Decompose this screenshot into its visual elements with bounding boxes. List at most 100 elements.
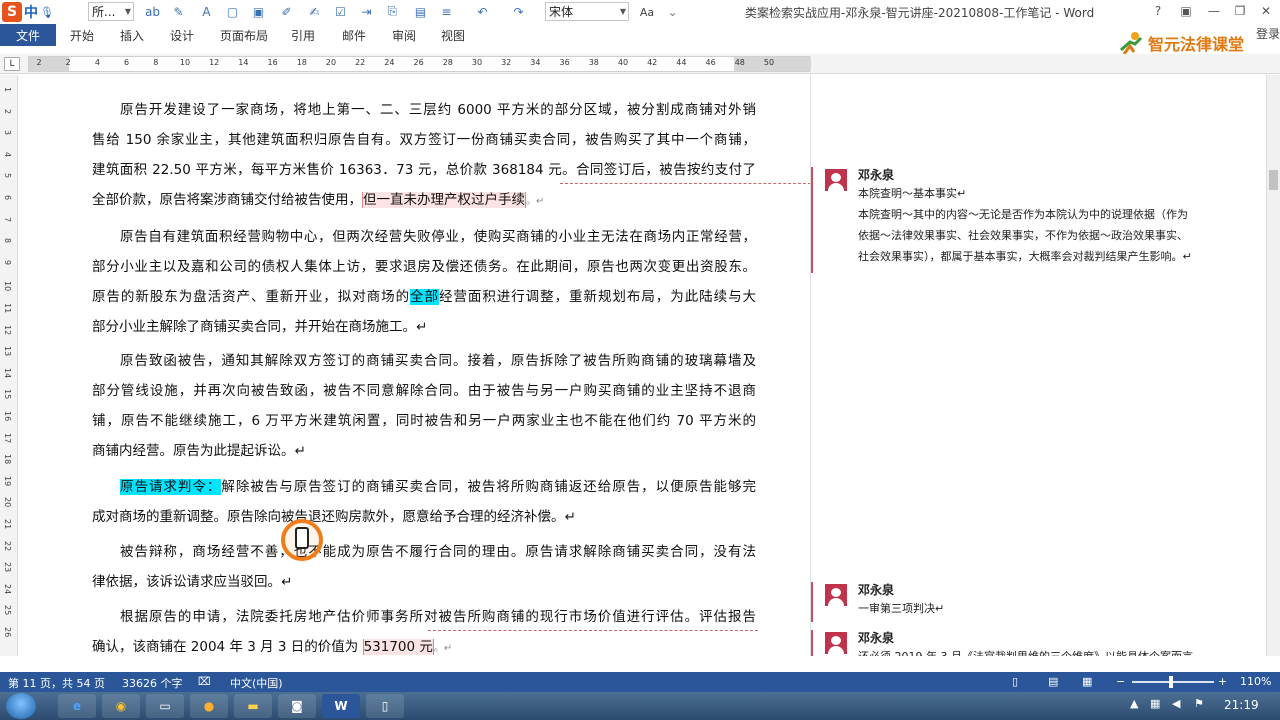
ie-icon[interactable]: e — [58, 694, 96, 718]
customize-qat-icon[interactable]: ⌄ — [664, 3, 681, 20]
tab-view[interactable]: 视图 — [441, 27, 465, 44]
font-name-combo[interactable]: 宋体 ▼ — [545, 2, 629, 21]
ruler-number: 26 — [413, 58, 424, 67]
volume-icon[interactable]: ◀ — [1172, 697, 1180, 710]
page-count[interactable]: 第 11 页，共 54 页 — [8, 675, 105, 691]
read-mode-icon[interactable]: ▯ — [1012, 675, 1018, 688]
scrollbar-thumb[interactable] — [1269, 170, 1278, 190]
network-icon[interactable]: ▦ — [1150, 697, 1160, 710]
notes-icon[interactable]: ▯ — [366, 694, 404, 718]
highlighted-text[interactable]: 原告请求判令： — [120, 479, 222, 495]
zoom-level[interactable]: 110% — [1240, 675, 1271, 688]
new-document-icon[interactable]: ▢ — [224, 3, 241, 20]
style-combo[interactable]: 所... ▼ — [88, 2, 134, 21]
language-indicator[interactable]: 中文(中国) — [230, 675, 283, 691]
document-page[interactable]: 原告开发建设了一家商场，将地上第一、二、三层约 6000 平方米的部分区域，被分… — [24, 75, 810, 656]
brush-icon[interactable]: ✎ — [170, 3, 187, 20]
zoom-in-icon[interactable]: + — [1218, 675, 1227, 688]
print-layout-icon[interactable]: ▤ — [1048, 675, 1058, 688]
vertical-ruler-number: 25 — [3, 605, 12, 616]
comment-author: 邓永泉 — [858, 583, 895, 597]
mouse-cursor-icon — [295, 527, 309, 549]
vertical-ruler-number: 2 — [3, 108, 12, 114]
app-icon[interactable]: ● — [190, 694, 228, 718]
ruler-number: 18 — [296, 58, 307, 67]
save-icon[interactable]: ▣ — [250, 3, 267, 20]
paragraph-4[interactable]: 原告请求判令：解除被告与原告签订的商铺买卖合同，被告将所购商铺返还给原告，以便原… — [92, 472, 756, 532]
close-icon[interactable]: ✕ — [1256, 3, 1276, 19]
word-taskbar-button[interactable]: W — [322, 694, 360, 718]
proofing-icon[interactable]: ⌧ — [198, 675, 211, 688]
tab-review[interactable]: 审阅 — [392, 27, 416, 44]
edit-icon[interactable]: ✍ — [306, 3, 323, 20]
tab-insert[interactable]: 插入 — [120, 27, 144, 44]
help-button[interactable]: ? — [1148, 3, 1168, 19]
restore-icon[interactable]: ❐ — [1230, 3, 1250, 19]
sogou-ime-icon: S — [2, 2, 22, 22]
paragraph-1[interactable]: 原告开发建设了一家商场，将地上第一、二、三层约 6000 平方米的部分区域，被分… — [92, 95, 756, 215]
format-painter-icon[interactable]: ✐ — [278, 3, 295, 20]
paragraph-5[interactable]: 被告辩称，商场经营不善，也不能成为原告不履行合同的理由。原告请求解除商铺买卖合同… — [92, 537, 756, 597]
text-line: 部分管线设施，并再次向被告致函，被告不同意解除合同。由于被告与另一户购买商铺的业… — [92, 383, 756, 399]
flag-icon[interactable]: ⚑ — [1194, 697, 1204, 710]
clock[interactable]: 21:19 — [1224, 698, 1259, 712]
login-link[interactable]: 登录 — [1256, 25, 1280, 42]
vertical-ruler-number: 19 — [3, 475, 12, 486]
tab-references[interactable]: 引用 — [291, 27, 315, 44]
ruler-number: 28 — [442, 58, 453, 67]
undo-icon[interactable]: ↶ — [474, 3, 491, 20]
text-line: 部分小业主解除了商铺买卖合同，并开始在商场施工。↵ — [92, 319, 428, 335]
web-layout-icon[interactable]: ▦ — [1082, 675, 1092, 688]
highlighted-text[interactable]: 全部 — [410, 289, 439, 305]
ime-indicator[interactable]: S 中 🎙 — [2, 2, 68, 22]
zoom-out-icon[interactable]: − — [1116, 675, 1125, 688]
ruler-number: 38 — [588, 58, 599, 67]
ribbon-display-options-icon[interactable]: ▣ — [1176, 3, 1196, 19]
commented-text[interactable]: 但一直未办理产权过户手续 — [362, 192, 526, 208]
comment-balloon[interactable]: 邓永泉 本院查明～基本事实↵ 本院查明～其中的内容～无论是否作为本院认为中的说理… — [811, 167, 1251, 273]
paragraph-2[interactable]: 原告自有建筑面积经营购物中心，但两次经营失败停业，使购买商铺的小业主无法在商场内… — [92, 222, 756, 342]
text-line: 商铺内经营。原告为此提起诉讼。↵ — [92, 443, 306, 459]
text-run: 解除被告与原告签订的商铺买卖合同，被告将所购商铺返还给原告，以便原告能够完 — [221, 479, 756, 495]
file-tab[interactable]: 文件 — [0, 24, 56, 46]
brand-watermark: 智元法律课堂 — [1118, 30, 1244, 56]
tab-home[interactable]: 开始 — [70, 27, 94, 44]
status-bar: 第 11 页，共 54 页 33626 个字 ⌧ 中文(中国) ▯ ▤ ▦ − … — [0, 672, 1280, 692]
clear-format-icon[interactable]: ab — [144, 3, 161, 20]
vertical-ruler-number: 11 — [3, 303, 12, 314]
zoom-slider[interactable] — [1132, 681, 1214, 683]
insert-icon[interactable]: ⇥ — [358, 3, 375, 20]
redo-icon[interactable]: ↷ — [510, 3, 527, 20]
vertical-ruler-number: 14 — [3, 367, 12, 378]
pdf-icon[interactable]: ▤ — [412, 3, 429, 20]
comment-author: 邓永泉 — [858, 631, 895, 645]
line-spacing-icon[interactable]: ≡ — [438, 3, 455, 20]
word-count[interactable]: 33626 个字 — [122, 675, 183, 691]
horizontal-ruler[interactable]: 2 2 4 6 8 10 12 14 16 18 20 22 24 26 28 30 32 34 36 38 40 42 4… — [28, 56, 811, 72]
tray-expand-icon[interactable]: ▲ — [1130, 697, 1138, 710]
checkbox-icon[interactable]: ☑ — [332, 3, 349, 20]
start-button[interactable] — [6, 693, 36, 719]
font-grow-icon[interactable]: A — [198, 3, 215, 20]
paragraph-6[interactable]: 根据原告的申请，法院委托房地产估价师事务所对被告所购商铺的现行市场价值进行评估。… — [92, 602, 756, 662]
change-case-button[interactable]: Aa — [632, 3, 662, 21]
comment-balloon[interactable]: 邓永泉 还必须 2019 年 3 月《法官裁判思维的三个维度》以能具体个案而言 — [811, 630, 1251, 656]
vertical-ruler-number: 1 — [3, 87, 12, 93]
commented-text[interactable]: 531700 元 — [362, 639, 434, 655]
tab-design[interactable]: 设计 — [170, 27, 194, 44]
paste-icon[interactable]: ⎘ — [384, 3, 401, 20]
tab-page-layout[interactable]: 页面布局 — [220, 27, 268, 44]
paragraph-3[interactable]: 原告致函被告，通知其解除双方签订的商铺买卖合同。接着，原告拆除了被告所购商铺的玻… — [92, 346, 756, 466]
comment-balloon[interactable]: 邓永泉 一审第三项判决↵ — [811, 582, 1251, 622]
microphone-icon[interactable]: 🎙 — [40, 6, 54, 19]
minimize-icon[interactable]: — — [1204, 3, 1224, 19]
recorder-icon[interactable]: ◙ — [278, 694, 316, 718]
folder-icon[interactable]: ▬ — [234, 694, 272, 718]
zoom-slider-thumb[interactable] — [1169, 676, 1173, 688]
text-line: 铺，原告不能继续施工，6 万平方米建筑闲置，同时被告和另一户两家业主也不能在他们… — [92, 413, 756, 429]
explorer-icon[interactable]: ▭ — [146, 694, 184, 718]
tab-stop-selector[interactable]: L — [4, 57, 20, 71]
chrome-icon[interactable]: ◉ — [102, 694, 140, 718]
vertical-scrollbar[interactable] — [1266, 75, 1280, 656]
tab-mailings[interactable]: 邮件 — [342, 27, 366, 44]
